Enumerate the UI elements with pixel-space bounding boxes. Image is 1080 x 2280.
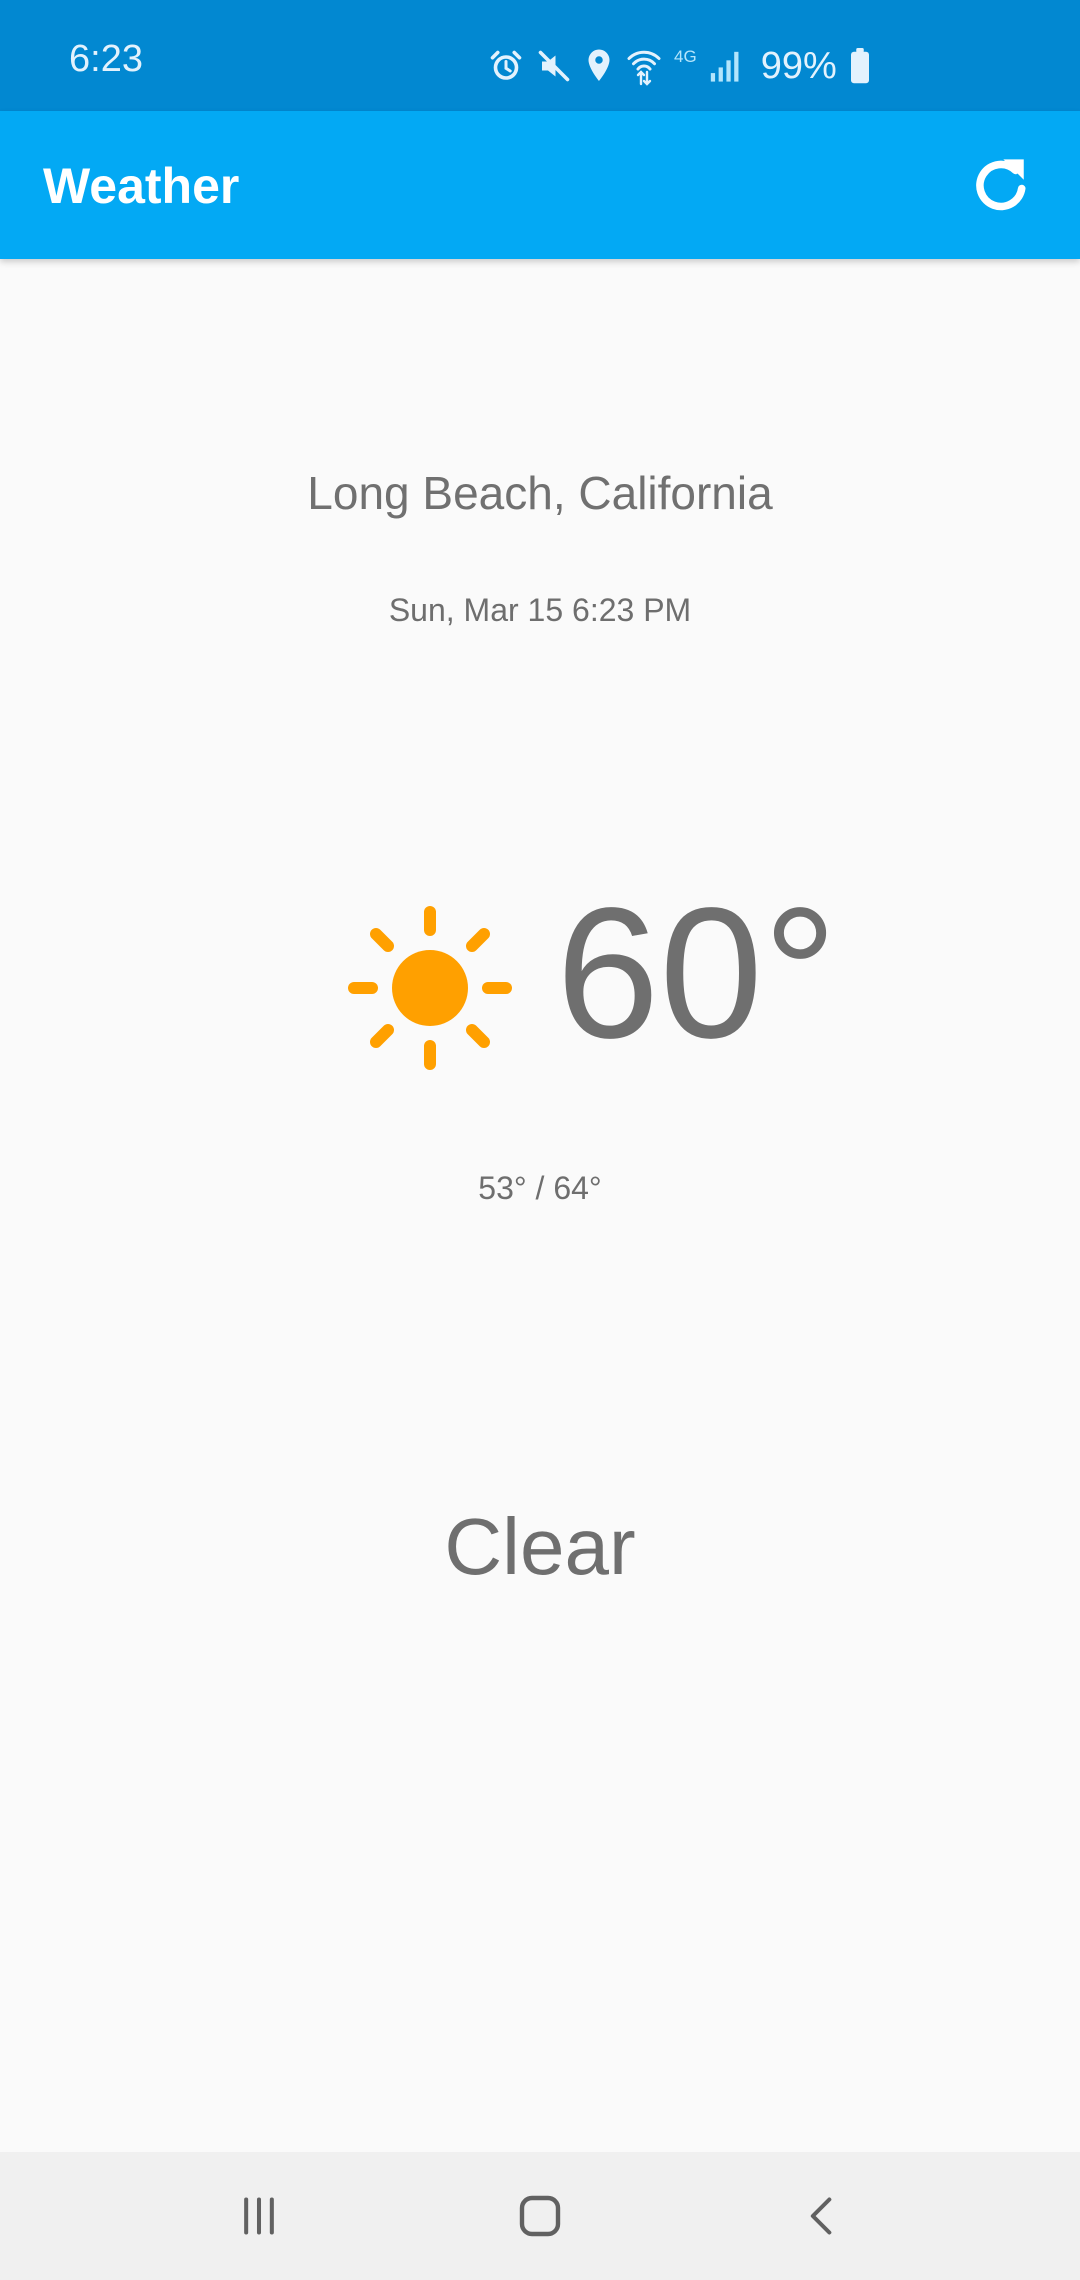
home-button[interactable]	[490, 2166, 590, 2266]
status-time: 6:23	[69, 38, 143, 80]
location-icon	[588, 49, 610, 81]
location-name: Long Beach, California	[307, 467, 773, 519]
battery-icon	[850, 48, 869, 84]
date-time: Sun, Mar 15 6:23 PM	[388, 592, 692, 628]
app-title: Weather	[43, 158, 240, 214]
low-high-temperature: 53° / 64°	[478, 1170, 602, 1206]
recent-apps-icon	[244, 2197, 274, 2235]
network-type-label: 4G	[674, 47, 697, 66]
recent-apps-button[interactable]	[209, 2166, 309, 2266]
weather-content: Long Beach, California Sun, Mar 15 6:23 …	[0, 259, 1080, 2152]
back-button[interactable]	[772, 2166, 872, 2266]
weather-condition: Clear	[444, 1502, 636, 1591]
mute-icon	[538, 50, 570, 82]
back-icon	[810, 2197, 832, 2235]
status-bar: 6:23 4G 99%	[0, 0, 1080, 111]
status-icons: 4G 99%	[488, 44, 871, 88]
wifi-icon	[627, 50, 661, 86]
alarm-icon	[490, 50, 522, 80]
signal-icon	[710, 51, 739, 82]
battery-percent: 99%	[760, 45, 837, 87]
home-icon	[519, 2195, 561, 2237]
current-temperature: 60°	[556, 870, 838, 1077]
refresh-icon	[976, 159, 1026, 211]
navigation-bar	[0, 2152, 1080, 2280]
refresh-button[interactable]	[966, 150, 1036, 220]
app-bar: Weather	[0, 111, 1080, 259]
sun-icon	[348, 906, 512, 1070]
